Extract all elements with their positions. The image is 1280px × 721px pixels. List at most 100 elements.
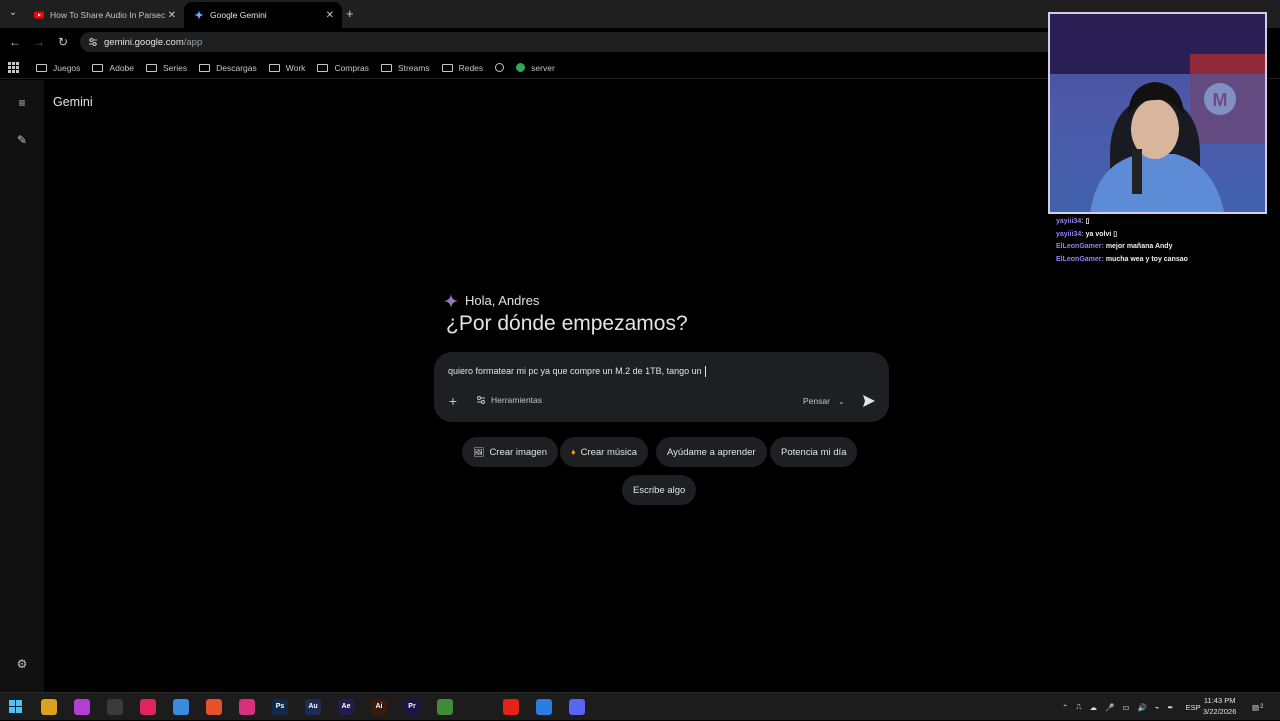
chip-create-image[interactable]: 🖼 Crear imagen bbox=[462, 437, 558, 467]
chat-user: yayiii34: bbox=[1056, 231, 1084, 238]
folder-icon bbox=[268, 63, 280, 72]
bookmark-label: Adobe bbox=[109, 62, 135, 73]
site-info-icon[interactable] bbox=[88, 37, 98, 47]
close-tab-icon[interactable]: ✕ bbox=[168, 10, 176, 21]
pen-icon[interactable]: ✒ bbox=[1167, 703, 1173, 712]
clock[interactable]: 11:43 PM 3/22/2026 bbox=[1203, 695, 1236, 717]
microphone-icon[interactable]: 🎤 bbox=[1105, 703, 1114, 712]
file-explorer-icon[interactable] bbox=[41, 699, 57, 715]
bookmark-server[interactable]: server bbox=[516, 63, 555, 73]
tools-icon bbox=[477, 396, 485, 404]
discord-icon[interactable] bbox=[569, 699, 585, 715]
obs-icon[interactable] bbox=[107, 699, 123, 715]
reload-icon[interactable]: ↻ bbox=[55, 34, 71, 50]
model-selector[interactable]: Pensar ⌄ bbox=[803, 396, 845, 406]
side-rail: ≡ ✎ ⚙ bbox=[0, 80, 44, 692]
tiktok-icon[interactable] bbox=[140, 699, 156, 715]
url-host: gemini.google.com bbox=[104, 36, 184, 48]
volume-icon[interactable]: 🔊 bbox=[1137, 703, 1146, 712]
copilot-icon[interactable] bbox=[173, 699, 189, 715]
gemini-sparkle-icon bbox=[444, 293, 458, 308]
bookmark-redes[interactable]: Redes bbox=[441, 62, 484, 73]
chat-user: yayiii34: bbox=[1056, 218, 1084, 225]
system-tray: ⌃ ⎍ ☁ 🎤 ▭ 🔊 ⌁ ✒ ESP bbox=[1062, 693, 1201, 721]
chevron-down-icon: ⌄ bbox=[837, 396, 845, 406]
address-bar[interactable]: gemini.google.com/app bbox=[80, 32, 1180, 52]
instagram-icon[interactable] bbox=[74, 699, 90, 715]
tools-button[interactable]: Herramientas bbox=[476, 395, 542, 405]
bookmark-juegos[interactable]: Juegos bbox=[36, 63, 80, 73]
cloud-icon[interactable]: ☁ bbox=[1090, 703, 1098, 712]
apps-grid-icon[interactable] bbox=[8, 61, 20, 74]
tools-label: Herramientas bbox=[491, 395, 543, 405]
chip-boost-day[interactable]: Potencia mi día bbox=[770, 437, 858, 467]
add-attachment-button[interactable]: + bbox=[446, 394, 460, 408]
menu-icon[interactable]: ≡ bbox=[15, 96, 29, 110]
language-indicator[interactable]: ESP bbox=[1186, 703, 1201, 712]
chip-label: Ayúdame a aprender bbox=[667, 446, 756, 458]
notifications-button[interactable]: ▤ 2 bbox=[1252, 693, 1263, 721]
premiere-icon[interactable]: Pr bbox=[404, 699, 420, 715]
bookmark-compras[interactable]: Compras bbox=[317, 62, 369, 73]
display-icon[interactable]: ▭ bbox=[1122, 703, 1129, 712]
bookmark-github[interactable] bbox=[495, 63, 505, 72]
windows-start-icon[interactable] bbox=[8, 699, 24, 715]
close-tab-icon[interactable]: ✕ bbox=[326, 10, 334, 21]
prompt-input[interactable]: quiero formatear mi pc ya que compre un … bbox=[448, 366, 706, 377]
audition-icon[interactable]: Au bbox=[305, 699, 321, 715]
chip-write-something[interactable]: Escribe algo bbox=[622, 475, 697, 505]
folder-icon bbox=[199, 63, 211, 72]
clock-time: 11:43 PM bbox=[1203, 696, 1236, 705]
send-button[interactable] bbox=[862, 394, 876, 408]
bookmark-label: server bbox=[531, 62, 555, 73]
chip-label: Crear imagen bbox=[489, 446, 547, 458]
folder-icon bbox=[146, 63, 158, 72]
notification-icon: ▤ bbox=[1252, 702, 1260, 712]
chat-message: yayiii34: ▯ bbox=[1056, 217, 1089, 225]
photoshop-icon[interactable]: Ps bbox=[272, 699, 288, 715]
prompt-box[interactable]: quiero formatear mi pc ya que compre un … bbox=[434, 352, 889, 422]
bookmark-label: Series bbox=[163, 62, 188, 73]
app-title[interactable]: Gemini bbox=[53, 95, 93, 109]
bookmark-adobe[interactable]: Adobe bbox=[92, 63, 134, 73]
settings-gear-icon[interactable]: ⚙ bbox=[15, 657, 29, 671]
chrome-icon[interactable] bbox=[536, 699, 552, 715]
tab-gemini[interactable]: Google Gemini ✕ bbox=[184, 2, 342, 28]
minecraft-icon[interactable] bbox=[437, 699, 453, 715]
network-icon[interactable]: ⌁ bbox=[1155, 703, 1160, 712]
bookmark-streams[interactable]: Streams bbox=[380, 63, 430, 73]
new-tab-button[interactable]: + bbox=[346, 6, 354, 21]
bookmark-work[interactable]: Work bbox=[268, 63, 305, 73]
netflix-icon[interactable] bbox=[470, 699, 486, 715]
instagram-icon-2[interactable] bbox=[239, 699, 255, 715]
chat-message: ElLeonGamer: mejor mañana Andy bbox=[1056, 243, 1172, 250]
model-label: Pensar bbox=[803, 396, 830, 406]
chevron-up-icon[interactable]: ⌃ bbox=[1062, 703, 1068, 712]
forward-arrow-icon[interactable]: → bbox=[31, 34, 47, 50]
chip-label: Potencia mi día bbox=[781, 446, 847, 458]
send-icon bbox=[863, 395, 875, 407]
chat-text: ▯ bbox=[1085, 218, 1090, 225]
tab-search-icon[interactable]: ⌄ bbox=[6, 6, 20, 20]
brave-icon[interactable] bbox=[206, 699, 222, 715]
bookmark-descargas[interactable]: Descargas bbox=[199, 63, 257, 73]
chip-label: Crear música bbox=[580, 446, 638, 458]
bookmark-label: Compras bbox=[334, 62, 369, 73]
bookmark-label: Redes bbox=[458, 62, 484, 73]
folder-icon bbox=[92, 63, 104, 72]
tab-parsec[interactable]: How To Share Audio In Parsec ✕ bbox=[24, 2, 184, 28]
back-arrow-icon[interactable]: ← bbox=[7, 34, 23, 50]
usb-icon[interactable]: ⎍ bbox=[1076, 702, 1081, 712]
youtube-icon[interactable] bbox=[503, 699, 519, 715]
new-chat-icon[interactable]: ✎ bbox=[15, 133, 29, 147]
chip-create-music[interactable]: ♦ Crear música bbox=[560, 437, 649, 467]
image-icon: 🖼 bbox=[473, 446, 485, 457]
chat-message: ElLeonGamer: mucha wea y toy cansao bbox=[1056, 256, 1188, 263]
bookmark-label: Juegos bbox=[53, 62, 81, 73]
chip-help-learn[interactable]: Ayúdame a aprender bbox=[656, 437, 767, 467]
youtube-favicon-icon bbox=[34, 10, 44, 20]
illustrator-icon[interactable]: Ai bbox=[371, 699, 387, 715]
bookmark-series[interactable]: Series bbox=[146, 63, 187, 73]
github-icon bbox=[495, 63, 505, 72]
after-effects-icon[interactable]: Ae bbox=[338, 699, 354, 715]
